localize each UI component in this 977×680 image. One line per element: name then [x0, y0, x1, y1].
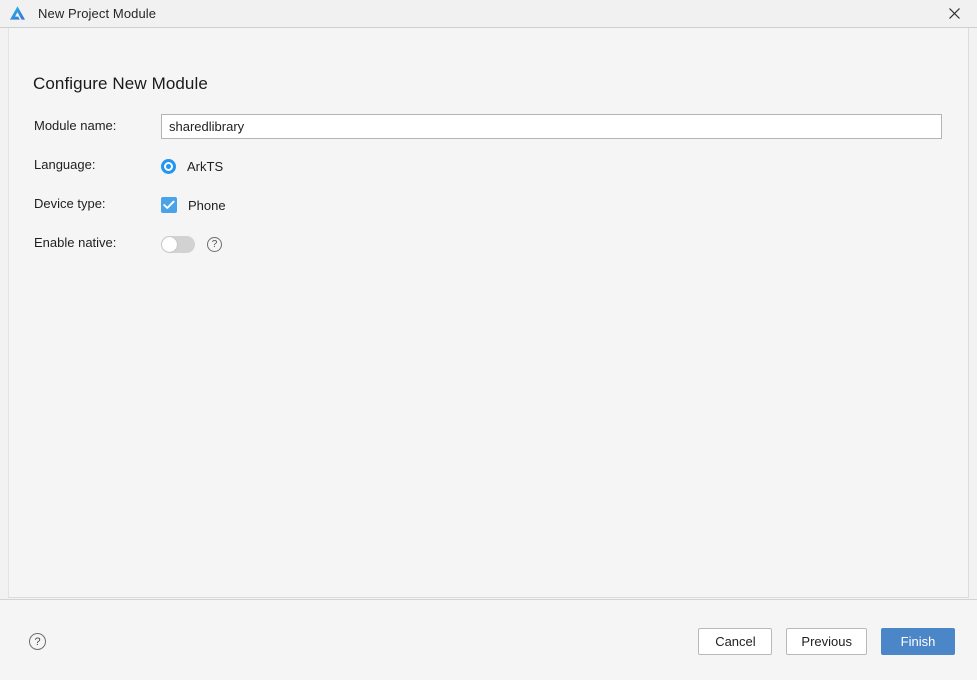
module-name-label: Module name:	[34, 118, 117, 133]
finish-button[interactable]: Finish	[881, 628, 955, 655]
form-row-module-name: Module name:	[9, 114, 968, 155]
radio-option-arkts[interactable]: ArkTS	[161, 158, 224, 174]
module-name-input[interactable]	[161, 114, 942, 139]
language-label: Language:	[34, 157, 96, 172]
help-icon[interactable]: ?	[29, 633, 46, 650]
enable-native-toggle-wrap: ?	[161, 235, 222, 253]
module-name-control	[161, 114, 942, 139]
device-type-control: Phone	[161, 194, 942, 216]
window-title: New Project Module	[38, 6, 157, 21]
language-radio-group: ArkTS	[161, 158, 224, 174]
checkmark-icon	[163, 200, 175, 209]
configuration-form: Module name: Language: ArkTS	[9, 114, 968, 272]
new-project-module-dialog: New Project Module Configure New Module …	[0, 0, 977, 680]
checkbox-option-phone-label: Phone	[188, 197, 226, 213]
radio-option-arkts-label: ArkTS	[187, 158, 224, 174]
title-bar: New Project Module	[0, 0, 977, 28]
enable-native-toggle[interactable]	[161, 235, 195, 253]
form-row-enable-native: Enable native: ?	[9, 233, 968, 272]
enable-native-label: Enable native:	[34, 235, 117, 250]
app-logo-icon	[10, 6, 25, 20]
form-row-device-type: Device type: Phone	[9, 194, 968, 233]
checkbox-checked-icon	[161, 197, 177, 213]
radio-selected-icon	[161, 158, 176, 174]
cancel-button[interactable]: Cancel	[698, 628, 773, 655]
dialog-body: Configure New Module Module name: Langua…	[0, 28, 977, 680]
previous-button[interactable]: Previous	[786, 628, 867, 655]
enable-native-control: ?	[161, 233, 942, 255]
toggle-knob-icon	[162, 236, 177, 252]
enable-native-help-icon[interactable]: ?	[207, 236, 222, 252]
device-type-checkbox-group: Phone	[161, 197, 226, 213]
checkbox-option-phone[interactable]: Phone	[161, 197, 226, 213]
form-row-language: Language: ArkTS	[9, 155, 968, 194]
device-type-label: Device type:	[34, 196, 106, 211]
content-panel: Configure New Module Module name: Langua…	[8, 28, 969, 598]
close-icon	[948, 8, 960, 19]
page-title: Configure New Module	[33, 74, 208, 93]
dialog-footer: ? Cancel Previous Finish	[0, 599, 977, 680]
close-button[interactable]	[931, 0, 977, 27]
language-control: ArkTS	[161, 155, 942, 177]
